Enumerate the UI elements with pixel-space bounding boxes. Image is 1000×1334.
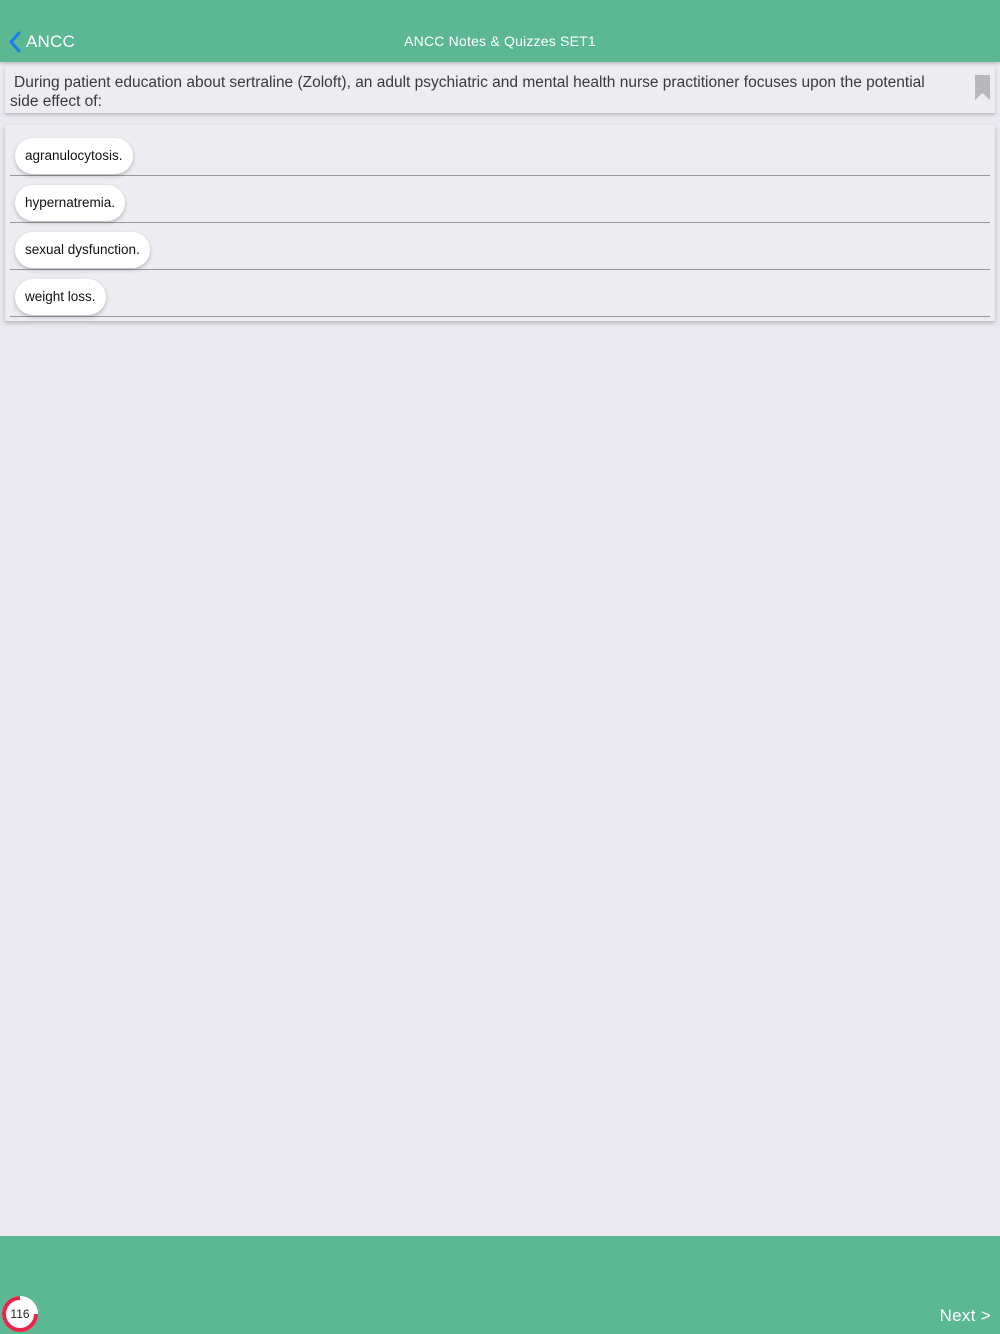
navigation-bar: ANCC ANCC Notes & Quizzes SET1 bbox=[0, 0, 1000, 62]
footer-bar bbox=[0, 1236, 1000, 1334]
bookmark-icon[interactable] bbox=[975, 75, 990, 100]
answer-row: hypernatremia. bbox=[10, 176, 990, 223]
answer-row: weight loss. bbox=[10, 270, 990, 317]
page-title: ANCC Notes & Quizzes SET1 bbox=[404, 33, 596, 49]
question-text: During patient education about sertralin… bbox=[10, 74, 925, 110]
answer-option[interactable]: hypernatremia. bbox=[15, 185, 126, 221]
next-button[interactable]: Next > bbox=[940, 1306, 991, 1326]
question-card: During patient education about sertralin… bbox=[5, 67, 995, 113]
question-number: 116 bbox=[10, 1307, 30, 1321]
answer-option[interactable]: sexual dysfunction. bbox=[15, 232, 150, 268]
answer-option[interactable]: weight loss. bbox=[15, 279, 106, 315]
answer-row: sexual dysfunction. bbox=[10, 223, 990, 270]
answer-option[interactable]: agranulocytosis. bbox=[15, 138, 133, 174]
answers-list: agranulocytosis. hypernatremia. sexual d… bbox=[5, 125, 995, 321]
answer-row: agranulocytosis. bbox=[10, 129, 990, 176]
